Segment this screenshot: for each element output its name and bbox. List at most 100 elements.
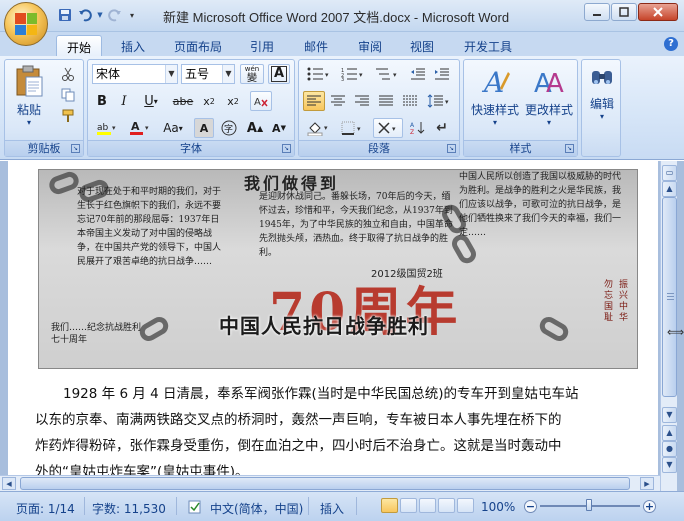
font-size-combo[interactable]: 五号 ▼ — [181, 64, 235, 84]
align-right-icon[interactable] — [351, 91, 373, 111]
show-paragraph-marks-icon[interactable]: ↵ — [431, 118, 453, 138]
character-shading-icon[interactable]: A — [194, 118, 214, 138]
change-styles-dropdown-icon: ▾ — [546, 118, 551, 127]
font-name-combo[interactable]: 宋体 ▼ — [92, 64, 178, 84]
align-center-icon[interactable] — [327, 91, 349, 111]
svg-text:A: A — [254, 97, 261, 108]
svg-text:A: A — [481, 66, 504, 98]
ruler-toggle-icon[interactable]: ▭ — [662, 165, 677, 181]
character-border-button[interactable]: A — [268, 64, 290, 84]
numbering-icon[interactable]: 1 2 3 ▾ — [337, 64, 369, 84]
tab-view[interactable]: 视图 — [400, 35, 444, 56]
horizontal-scroll-thumb[interactable] — [20, 477, 630, 490]
outline-view-icon[interactable] — [438, 498, 455, 513]
zoom-in-icon[interactable]: + — [643, 500, 656, 513]
page-count[interactable]: 页面: 1/14 — [16, 500, 75, 517]
tab-mailings[interactable]: 邮件 — [294, 35, 338, 56]
scroll-left-icon[interactable]: ◀ — [2, 477, 16, 490]
browse-object-icon[interactable]: ● — [662, 441, 677, 457]
group-clipboard: 粘贴 ▾ 剪贴板 ↘ — [4, 59, 84, 157]
superscript-icon[interactable]: x2 — [222, 91, 244, 111]
language[interactable]: 中文(简体，中国) — [210, 500, 303, 517]
clipboard-launcher-icon[interactable]: ↘ — [71, 144, 80, 153]
chinese-layout-icon[interactable]: ▾ — [373, 118, 403, 138]
svg-text:ab: ab — [97, 123, 109, 133]
scroll-right-icon[interactable]: ▶ — [640, 477, 654, 490]
text-highlight-icon[interactable]: ab ▾ — [92, 118, 122, 138]
minimize-button[interactable] — [584, 3, 610, 21]
grow-font-icon[interactable]: A ▲ — [244, 118, 266, 138]
justify-icon[interactable] — [375, 91, 397, 111]
copy-icon[interactable] — [57, 85, 79, 105]
document-page[interactable]: 我们做得到 对于现在处于和平时期的我们，对于生长于红色旗帜下的我们，永远不要忘记… — [8, 161, 658, 491]
shading-icon[interactable]: ▾ — [303, 118, 335, 138]
close-button[interactable] — [638, 3, 678, 21]
enclose-characters-icon[interactable]: 字 — [218, 118, 240, 138]
zoom-level[interactable]: 100% — [481, 500, 515, 514]
tab-references[interactable]: 引用 — [240, 35, 284, 56]
banner-left-text: 对于现在处于和平时期的我们，对于生长于红色旗帜下的我们，永远不要忘记70年前的那… — [77, 187, 222, 267]
previous-page-icon[interactable]: ▲ — [662, 425, 677, 441]
change-case-icon[interactable]: Aa ▾ — [158, 118, 188, 138]
redo-icon[interactable] — [106, 6, 124, 24]
help-icon[interactable]: ? — [664, 37, 678, 51]
banner-vertical-text-1: 勿忘国耻 — [604, 280, 614, 323]
full-screen-reading-view-icon[interactable] — [400, 498, 417, 513]
sort-icon[interactable]: AZ — [407, 118, 429, 138]
web-layout-view-icon[interactable] — [419, 498, 436, 513]
borders-icon[interactable]: ▾ — [337, 118, 369, 138]
clear-formatting-icon[interactable]: A — [250, 91, 272, 111]
phonetic-guide-button[interactable]: wén 變 — [240, 64, 264, 84]
word-count[interactable]: 字数: 11,530 — [92, 500, 166, 517]
shrink-font-icon[interactable]: A ▼ — [268, 118, 290, 138]
bold-icon[interactable]: B — [92, 91, 112, 111]
insert-mode[interactable]: 插入 — [320, 500, 344, 517]
scroll-thumb[interactable] — [662, 197, 677, 397]
font-color-icon[interactable]: A ▾ — [126, 118, 154, 138]
quick-styles-button[interactable]: A 快速样式 ▾ — [468, 64, 522, 127]
save-icon[interactable] — [56, 6, 74, 24]
subscript-icon[interactable]: x2 — [198, 91, 220, 111]
print-layout-view-icon[interactable] — [381, 498, 398, 513]
tab-page-layout[interactable]: 页面布局 — [166, 35, 230, 56]
font-launcher-icon[interactable]: ↘ — [282, 144, 291, 153]
tab-developer[interactable]: 开发工具 — [454, 35, 522, 56]
undo-icon[interactable] — [76, 6, 94, 24]
tab-home[interactable]: 开始 — [56, 35, 102, 56]
restore-button[interactable] — [611, 3, 637, 21]
distributed-icon[interactable] — [399, 91, 421, 111]
increase-indent-icon[interactable] — [431, 64, 453, 84]
zoom-out-icon[interactable]: − — [524, 500, 537, 513]
multilevel-list-icon[interactable]: ▾ — [371, 64, 403, 84]
scroll-down-icon[interactable]: ▼ — [662, 407, 677, 423]
chain-decoration — [536, 313, 572, 345]
bullets-icon[interactable]: ▾ — [303, 64, 335, 84]
align-left-icon[interactable] — [303, 91, 325, 111]
scroll-up-icon[interactable]: ▲ — [662, 181, 677, 197]
styles-launcher-icon[interactable]: ↘ — [565, 144, 574, 153]
paragraph-launcher-icon[interactable]: ↘ — [447, 144, 456, 153]
change-styles-button[interactable]: AA 更改样式 ▾ — [522, 64, 576, 127]
cut-icon[interactable] — [57, 64, 79, 84]
paste-button[interactable]: 粘贴 ▾ — [11, 64, 47, 127]
draft-view-icon[interactable] — [457, 498, 474, 513]
italic-icon[interactable]: I — [114, 91, 134, 111]
tab-insert[interactable]: 插入 — [112, 35, 154, 56]
strikethrough-icon[interactable]: abe — [170, 91, 196, 111]
office-button[interactable] — [4, 2, 48, 46]
format-painter-icon[interactable] — [57, 106, 79, 126]
horizontal-scrollbar[interactable]: ◀ ▶ — [0, 475, 660, 491]
editing-button[interactable]: 编辑 ▾ — [584, 66, 620, 121]
decrease-indent-icon[interactable] — [407, 64, 429, 84]
editing-label: 编辑 — [589, 97, 614, 111]
zoom-slider-thumb[interactable] — [586, 499, 592, 511]
customize-qat-icon[interactable]: ▾ — [126, 6, 138, 24]
chevron-down-icon: ▼ — [222, 65, 234, 83]
proofing-icon[interactable] — [188, 500, 202, 517]
line-spacing-icon[interactable]: ▾ — [423, 91, 455, 111]
undo-dropdown-icon[interactable]: ▼ — [96, 6, 104, 24]
next-page-icon[interactable]: ▼ — [662, 457, 677, 473]
svg-text:▾: ▾ — [445, 98, 449, 106]
underline-icon[interactable]: U ▾ — [136, 91, 166, 111]
tab-review[interactable]: 审阅 — [348, 35, 392, 56]
